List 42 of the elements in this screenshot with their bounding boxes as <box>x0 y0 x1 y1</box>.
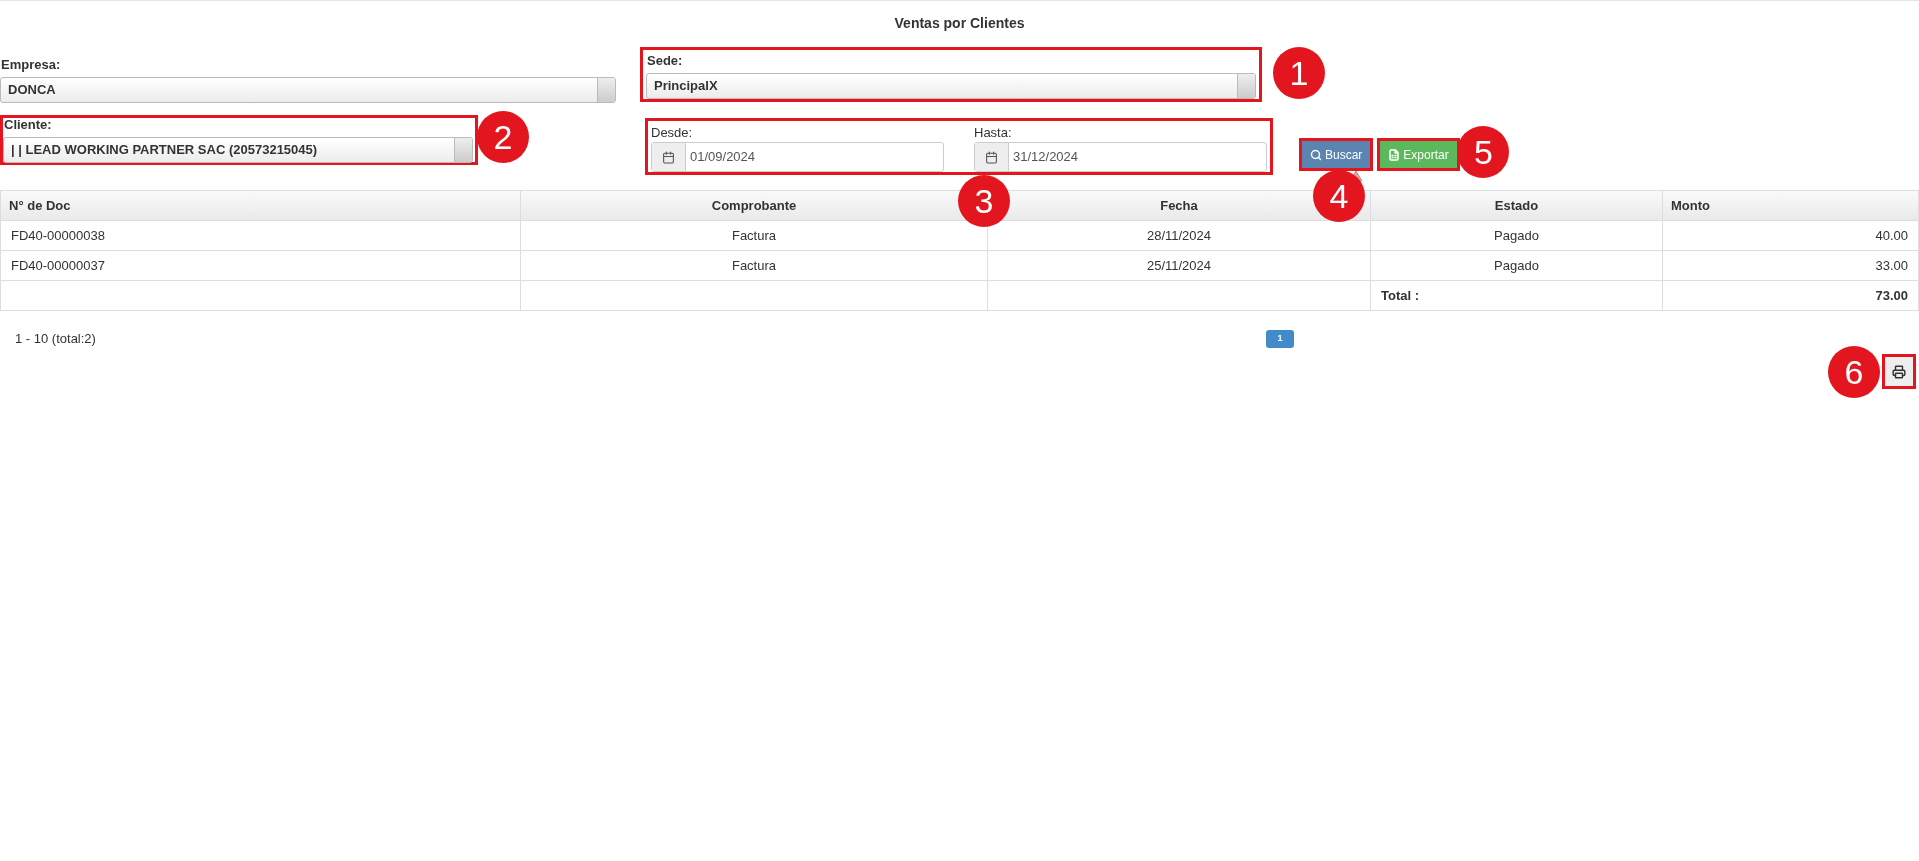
table-cell: Factura <box>520 250 988 281</box>
callout-number: 2 <box>477 111 529 163</box>
page-title: Ventas por Clientes <box>893 14 1026 33</box>
printer-icon <box>1892 364 1906 379</box>
field-label: Hasta: <box>974 124 1013 142</box>
table-cell: FD40-00000037 <box>0 250 521 281</box>
dropdown-toggle[interactable] <box>1237 74 1255 98</box>
callout-number: 3 <box>958 175 1010 227</box>
select-field[interactable]: | | LEAD WORKING PARTNER SAC (20573215045) <box>3 137 473 163</box>
callout-number: 1 <box>1273 47 1325 99</box>
dropdown-toggle[interactable] <box>597 78 615 102</box>
callout-number: 5 <box>1457 126 1510 178</box>
search-icon <box>1310 148 1322 161</box>
field-label: Empresa: <box>0 56 62 74</box>
callout-number: 6 <box>1828 346 1880 398</box>
page-button[interactable]: 1 <box>1266 330 1294 348</box>
table-cell: 28/11/2024 <box>987 220 1371 251</box>
column-header: N° de Doc <box>0 190 521 221</box>
select-field[interactable]: DONCA <box>0 77 616 103</box>
calendar-icon <box>985 150 998 164</box>
table-cell: 33.00 <box>1662 250 1919 281</box>
table-cell: Pagado <box>1370 220 1663 251</box>
table-cell: 25/11/2024 <box>987 250 1371 281</box>
field-label: Cliente: <box>3 116 53 134</box>
table-cell: Pagado <box>1370 250 1663 281</box>
print-button[interactable] <box>1882 354 1916 389</box>
pagination-range: 1 - 10 (total:2) <box>15 330 97 349</box>
date-field[interactable]: 31/12/2024 <box>974 142 1267 172</box>
field-label: Desde: <box>651 124 694 142</box>
total-label: Total : <box>1370 280 1663 311</box>
calendar-icon <box>662 150 675 164</box>
search-button[interactable]: Buscar <box>1299 138 1374 171</box>
total-amount: 73.00 <box>1662 280 1919 311</box>
column-header: Monto <box>1662 190 1919 221</box>
field-label: Sede: <box>646 52 684 70</box>
dropdown-toggle[interactable] <box>454 138 472 162</box>
column-header: Estado <box>1370 190 1663 221</box>
table-cell: FD40-00000038 <box>0 220 521 251</box>
date-field[interactable]: 01/09/2024 <box>651 142 944 172</box>
spreadsheet-icon <box>1388 148 1401 161</box>
table-cell: 40.00 <box>1662 220 1919 251</box>
select-field[interactable]: PrincipalX <box>646 73 1256 99</box>
